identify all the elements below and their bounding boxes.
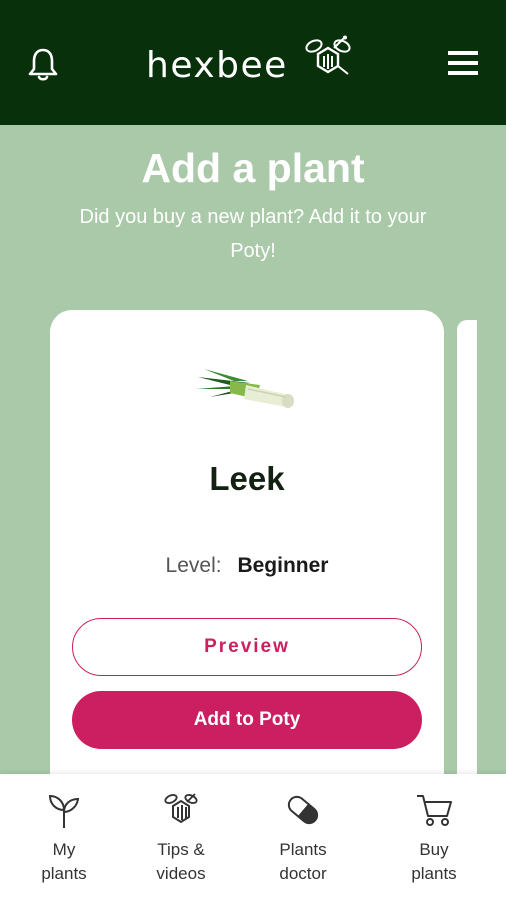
level-row: Level: Beginner — [50, 554, 444, 578]
plant-name: Leek — [209, 460, 285, 497]
leek-image — [196, 369, 294, 408]
pill-icon — [287, 795, 319, 825]
nav-tips-videos[interactable]: Tips & videos — [126, 790, 236, 886]
cart-icon — [417, 795, 452, 826]
hamburger-menu-icon[interactable] — [445, 48, 481, 78]
nav-label-tips-videos: Tips & videos — [156, 840, 206, 883]
sprout-icon — [48, 794, 80, 828]
bee-icon — [164, 793, 198, 824]
page-title: Add a plant — [141, 145, 365, 191]
nav-label-my-plants: My plants — [41, 840, 87, 883]
bee-hexagon-logo-icon — [305, 35, 351, 75]
next-card-peek[interactable] — [457, 320, 477, 830]
preview-button[interactable]: Preview — [72, 618, 422, 676]
nav-my-plants[interactable]: My plants — [9, 790, 119, 886]
bottom-navigation: My plants Tips & videos Plants doctor Bu… — [0, 774, 506, 900]
nav-label-plants-doctor: Plants doctor — [279, 840, 327, 883]
page-subtitle: Did you buy a new plant? Add it to your … — [79, 206, 427, 262]
add-to-poty-button[interactable]: Add to Poty — [72, 691, 422, 749]
nav-plants-doctor[interactable]: Plants doctor — [248, 790, 358, 886]
app-header: hexbee — [0, 0, 506, 125]
brand-logo[interactable]: hexbee — [146, 35, 354, 89]
bell-icon[interactable] — [26, 46, 60, 82]
level-label: Level: — [165, 554, 222, 577]
level-value: Beginner — [237, 554, 329, 577]
plant-card: Leek Level: Beginner Preview Add to Poty — [50, 310, 444, 830]
nav-label-buy-plants: Buy plants — [411, 840, 457, 883]
brand-name: hexbee — [146, 45, 288, 86]
nav-buy-plants[interactable]: Buy plants — [379, 790, 489, 886]
